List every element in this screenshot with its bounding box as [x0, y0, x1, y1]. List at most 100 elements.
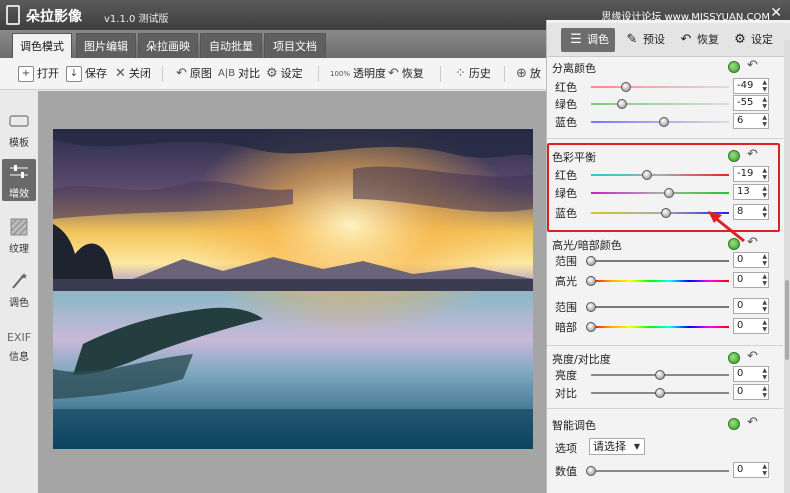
stepper-arrows-icon[interactable]: ▲ ▼ — [762, 463, 767, 477]
slider-label: 对比 — [555, 387, 577, 400]
value-stepper[interactable]: -49 ▲ ▼ — [733, 78, 769, 94]
stepper-arrows-icon[interactable]: ▲ ▼ — [762, 319, 767, 333]
panel-tab-restore[interactable]: ↶ 恢复 — [677, 28, 719, 52]
panel-tab-color[interactable]: ☰ 调色 — [561, 28, 615, 52]
value-stepper[interactable]: 0 ▲ ▼ — [733, 318, 769, 334]
panel-tab-settings[interactable]: ⚙ 设定 — [731, 28, 773, 52]
slider-label: 范围 — [555, 255, 577, 268]
section-enable-toggle-icon[interactable] — [728, 418, 740, 430]
tab-auto-batch[interactable]: 自动批量 — [200, 33, 262, 58]
opacity-button[interactable]: 100% 透明度 — [330, 65, 386, 83]
slider-thumb[interactable] — [621, 82, 632, 92]
history-icon: ⁘ — [455, 66, 466, 81]
slider-label: 红色 — [555, 81, 577, 94]
tab-image-edit[interactable]: 图片编辑 — [76, 33, 136, 58]
tab-project-docs[interactable]: 项目文档 — [264, 33, 326, 58]
stepper-arrows-icon[interactable]: ▲ ▼ — [762, 367, 767, 381]
sliders-icon — [10, 165, 28, 178]
sidebar-item-template[interactable]: 模板 — [2, 111, 36, 149]
value-stepper[interactable]: 0 ▲ ▼ — [733, 298, 769, 314]
value-stepper[interactable]: 0 ▲ ▼ — [733, 384, 769, 400]
opacity-icon: 100% — [330, 70, 351, 78]
slider-thumb[interactable] — [586, 256, 596, 266]
open-button[interactable]: + 打开 — [18, 65, 59, 83]
stepper-arrows-icon[interactable]: ▲ ▼ — [762, 114, 767, 128]
slider-track[interactable] — [591, 103, 729, 105]
tab-dora-frame[interactable]: 朵拉画映 — [138, 33, 198, 58]
section-title-smart-color: 智能调色 — [552, 419, 596, 432]
slider-thumb[interactable] — [586, 276, 596, 286]
slider-thumb[interactable] — [586, 322, 596, 332]
stepper-arrows-icon[interactable]: ▲ ▼ — [762, 79, 767, 93]
section-enable-toggle-icon[interactable] — [728, 61, 740, 73]
value-stepper[interactable]: 0 ▲ ▼ — [733, 462, 769, 478]
slider-thumb[interactable] — [586, 302, 596, 312]
value-stepper[interactable]: 0 ▲ ▼ — [733, 252, 769, 268]
slider-thumb[interactable] — [655, 388, 665, 398]
slider-track[interactable] — [591, 306, 729, 308]
slider-track[interactable] — [591, 86, 729, 88]
slider-label: 亮度 — [555, 369, 577, 382]
stepper-value: -55 — [737, 97, 754, 108]
stepper-arrows-icon[interactable]: ▲ ▼ — [762, 253, 767, 267]
photo-preview[interactable] — [53, 129, 533, 449]
section-title-split-toning: 分离颜色 — [552, 62, 596, 75]
tab-color-mode[interactable]: 调色模式 — [12, 33, 72, 58]
stepper-arrows-icon[interactable]: ▲ ▼ — [762, 273, 767, 287]
panel-scrollbar[interactable] — [784, 40, 790, 493]
settings-button[interactable]: ⚙ 设定 — [266, 65, 303, 83]
section-title-brightness-contrast: 亮度/对比度 — [552, 353, 611, 366]
mode-tab-bar: 调色模式 图片编辑 朵拉画映 自动批量 项目文档 — [0, 30, 546, 58]
value-stepper[interactable]: 0 ▲ ▼ — [733, 272, 769, 288]
window-close-icon[interactable]: ✕ — [770, 5, 782, 21]
value-stepper[interactable]: -55 ▲ ▼ — [733, 95, 769, 111]
section-divider — [547, 408, 783, 409]
sidebar-item-enhance[interactable]: 增效 — [2, 159, 36, 201]
stepper-arrows-icon[interactable]: ▲ ▼ — [762, 385, 767, 399]
value-stepper[interactable]: 0 ▲ ▼ — [733, 366, 769, 382]
slider-thumb[interactable] — [659, 117, 670, 127]
stepper-value: 0 — [737, 320, 744, 331]
slider-thumb[interactable] — [586, 466, 596, 476]
sidebar-item-color[interactable]: 调色 — [2, 271, 36, 309]
stepper-value: -49 — [737, 80, 754, 91]
sidebar-item-info[interactable]: EXIF 信息 — [2, 331, 36, 363]
option-select[interactable]: 请选择 ▼ — [589, 438, 645, 455]
compare-button[interactable]: A|B 对比 — [218, 65, 260, 83]
slider-track[interactable] — [591, 260, 729, 262]
stepper-value: 0 — [737, 274, 744, 285]
save-button[interactable]: ↓ 保存 — [66, 65, 107, 83]
main-toolbar: + 打开 ↓ 保存 ✕ 关闭 ↶ 原图 A|B 对比 ⚙ 设定 100% 透明度 ↶ 恢复 ⁘ 历… — [0, 58, 546, 90]
panel-tab-preset[interactable]: ✎ 预设 — [623, 28, 665, 52]
close-button[interactable]: ✕ 关闭 — [115, 65, 151, 83]
section-reset-icon[interactable]: ↶ — [747, 349, 758, 364]
zoom-button[interactable]: ⊕ 放 — [516, 65, 541, 83]
option-select-value: 请选择 — [593, 440, 626, 453]
section-reset-icon[interactable]: ↶ — [747, 58, 758, 73]
exif-icon: EXIF — [6, 331, 32, 344]
slider-track[interactable] — [591, 470, 729, 472]
undo-arrow-icon: ↶ — [176, 66, 187, 81]
app-title: 朵拉影像 — [26, 9, 82, 25]
sidebar-item-texture[interactable]: 纹理 — [2, 217, 36, 255]
stepper-arrows-icon[interactable]: ▲ ▼ — [762, 299, 767, 313]
section-reset-icon[interactable]: ↶ — [747, 415, 758, 430]
section-enable-toggle-icon[interactable] — [728, 352, 740, 364]
slider-track[interactable] — [591, 326, 729, 328]
restore-arrow-icon: ↶ — [388, 66, 399, 81]
stepper-value: 0 — [737, 386, 744, 397]
stepper-arrows-icon[interactable]: ▲ ▼ — [762, 96, 767, 110]
value-stepper[interactable]: 6 ▲ ▼ — [733, 113, 769, 129]
toolbar-divider — [162, 66, 163, 82]
slider-label: 高光 — [555, 275, 577, 288]
restore-button[interactable]: ↶ 恢复 — [388, 65, 424, 83]
section-divider — [547, 345, 783, 346]
slider-track[interactable] — [591, 280, 729, 282]
history-button[interactable]: ⁘ 历史 — [455, 65, 491, 83]
slider-thumb[interactable] — [617, 99, 628, 109]
sliders-icon: ☰ — [570, 32, 582, 47]
original-button[interactable]: ↶ 原图 — [176, 65, 212, 83]
slider-thumb[interactable] — [655, 370, 665, 380]
template-icon — [9, 115, 29, 127]
scrollbar-thumb[interactable] — [785, 280, 789, 360]
